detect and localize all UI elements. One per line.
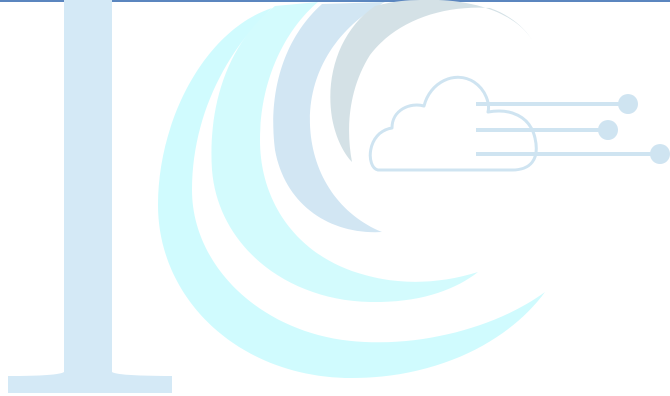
document-page (0, 0, 670, 396)
innermost-arc-icon (330, 0, 532, 162)
cloud-icon (368, 75, 538, 172)
circuit-lines-icon (476, 94, 670, 164)
ic-cloud-logo-watermark (8, 0, 670, 393)
letter-i-icon (8, 0, 172, 393)
